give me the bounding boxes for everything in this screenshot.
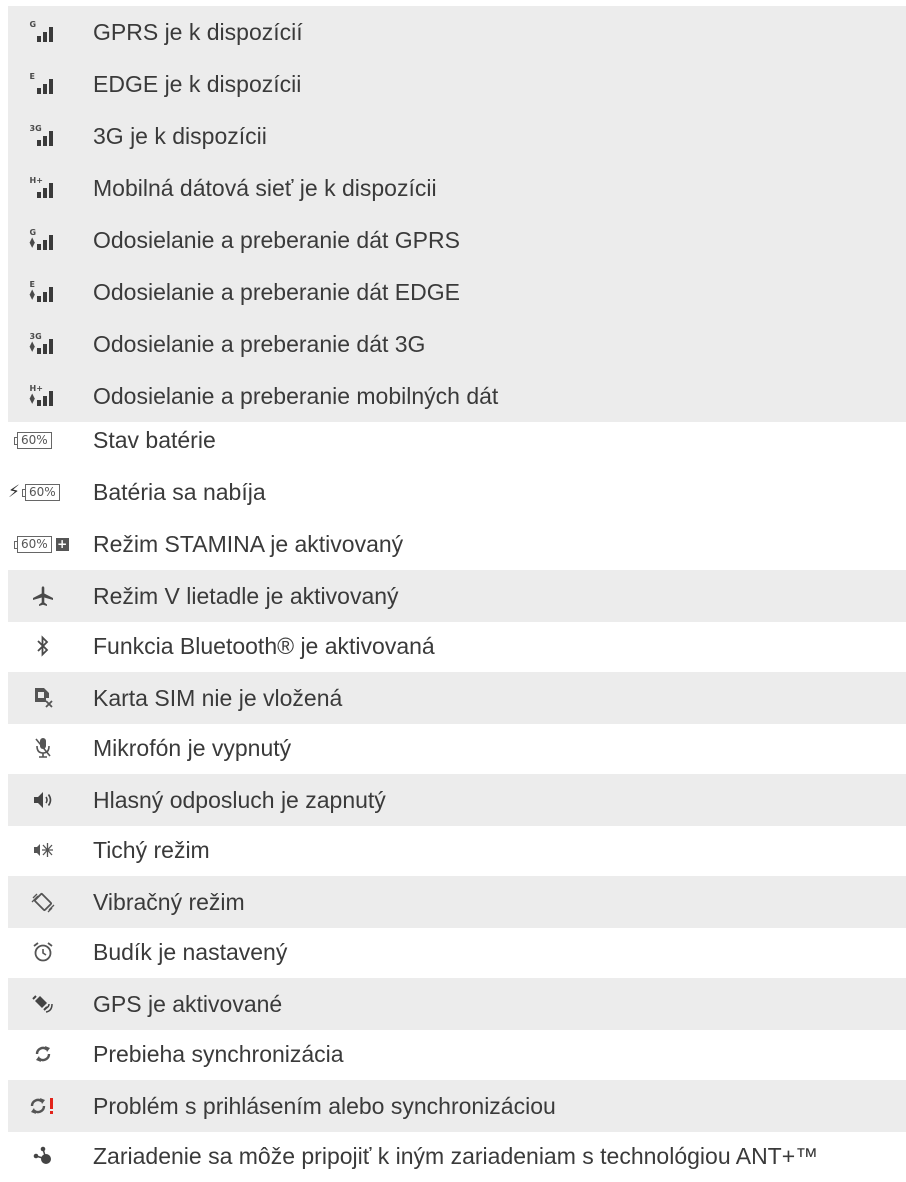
list-item-label: Funkcia Bluetooth® je aktivovaná — [93, 633, 435, 659]
list-item-label: Prebieha synchronizácia — [93, 1041, 344, 1067]
list-item: Mikrofón je vypnutý — [0, 722, 906, 774]
list-item: Prebieha synchronizácia — [0, 1028, 906, 1080]
list-item-label: Odosielanie a preberanie dát GPRS — [93, 227, 460, 253]
list-item-label: Stav batérie — [93, 427, 216, 453]
list-item: G GPRS je k dispozícií — [0, 6, 906, 58]
list-item: E EDGE je k dispozícii — [0, 58, 906, 110]
vibrate-mode-icon — [0, 876, 85, 928]
list-item: Karta SIM nie je vložená — [0, 672, 906, 724]
list-item-label: EDGE je k dispozícii — [93, 71, 302, 97]
list-item: G ▲ ▼ Odosielanie a preberanie dát GPRS — [0, 214, 906, 266]
list-item-label: GPS je aktivované — [93, 991, 283, 1017]
list-item: 60% + Režim STAMINA je aktivovaný — [0, 518, 906, 570]
signal-gprs-transfer-icon: G ▲ ▼ — [0, 214, 85, 266]
speaker-icon — [0, 774, 85, 826]
list-item-label: Odosielanie a preberanie dát 3G — [93, 331, 426, 357]
list-item: E ▲ ▼ Odosielanie a preberanie dát EDGE — [0, 266, 906, 318]
signal-edge-icon: E — [0, 58, 85, 110]
list-item: H+ Mobilná dátová sieť je k dispozícii — [0, 162, 906, 214]
list-item: Funkcia Bluetooth® je aktivovaná — [0, 620, 906, 672]
list-item: Budík je nastavený — [0, 926, 906, 978]
list-item-label: Režim STAMINA je aktivovaný — [93, 531, 404, 557]
list-item-label: Karta SIM nie je vložená — [93, 685, 343, 711]
list-item-label: Vibračný režim — [93, 889, 245, 915]
airplane-icon — [0, 570, 85, 622]
list-item: ⚡ 60% Batéria sa nabíja — [0, 466, 906, 518]
signal-3g-transfer-icon: 3G ▲ ▼ — [0, 318, 85, 370]
sync-icon — [0, 1028, 85, 1080]
list-item: GPS je aktivované — [0, 978, 906, 1030]
list-item-label: Hlasný odposluch je zapnutý — [93, 787, 386, 813]
sync-error-icon — [0, 1080, 85, 1132]
bluetooth-icon — [0, 620, 85, 672]
list-item-label: Budík je nastavený — [93, 939, 288, 965]
alarm-clock-icon — [0, 926, 85, 978]
list-item: Problém s prihlásením alebo synchronizác… — [0, 1080, 906, 1132]
list-item-label: Tichý režim — [93, 837, 210, 863]
list-item-label: Problém s prihlásením alebo synchronizác… — [93, 1093, 556, 1119]
list-item-label: 3G je k dispozícii — [93, 123, 267, 149]
list-item: Režim V lietadle je aktivovaný — [0, 570, 906, 622]
signal-edge-transfer-icon: E ▲ ▼ — [0, 266, 85, 318]
list-item-label: Batéria sa nabíja — [93, 479, 266, 505]
silent-mode-icon — [0, 824, 85, 876]
signal-3g-icon: 3G — [0, 110, 85, 162]
no-sim-icon — [0, 672, 85, 724]
list-item: Hlasný odposluch je zapnutý — [0, 774, 906, 826]
lightning-icon: ⚡ — [8, 482, 20, 502]
signal-hplus-icon: H+ — [0, 162, 85, 214]
list-item: Tichý režim — [0, 824, 906, 876]
battery-charging-icon: ⚡ 60% — [0, 466, 85, 518]
list-item-label: Odosielanie a preberanie dát EDGE — [93, 279, 460, 305]
list-item-label: GPRS je k dispozícií — [93, 19, 303, 45]
list-item: Vibračný režim — [0, 876, 906, 928]
microphone-muted-icon — [0, 722, 85, 774]
list-item: 3G ▲ ▼ Odosielanie a preberanie dát 3G — [0, 318, 906, 370]
signal-gprs-icon: G — [0, 6, 85, 58]
list-item-label: Mobilná dátová sieť je k dispozícii — [93, 175, 437, 201]
battery-stamina-icon: 60% + — [0, 518, 85, 570]
list-item: 60% Stav batérie — [0, 414, 906, 466]
list-item-label: Mikrofón je vypnutý — [93, 735, 292, 761]
battery-icon: 60% — [0, 414, 85, 466]
ant-plus-icon — [0, 1130, 85, 1182]
list-item-label: Zariadenie sa môže pripojiť k iným zaria… — [93, 1143, 819, 1169]
list-item: 3G 3G je k dispozícii — [0, 110, 906, 162]
list-item: Zariadenie sa môže pripojiť k iným zaria… — [0, 1130, 906, 1182]
list-item-label: Režim V lietadle je aktivovaný — [93, 583, 399, 609]
plus-icon: + — [55, 536, 69, 551]
status-icon-list: G GPRS je k dispozícií E EDGE je k dispo… — [0, 0, 906, 1173]
gps-icon — [0, 978, 85, 1030]
